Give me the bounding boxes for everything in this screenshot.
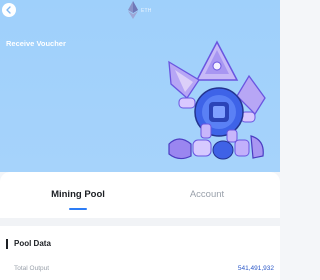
content-card: Mining Pool Account Pool Data Total Outp… [0, 172, 280, 280]
page-title: Receive Voucher [6, 39, 66, 48]
total-output-value: 541,491,932 [237, 265, 274, 272]
tab-bar: Mining Pool Account [0, 172, 280, 218]
section-divider [0, 218, 280, 226]
tab-mining-pool[interactable]: Mining Pool [18, 189, 138, 200]
active-tab-indicator [69, 208, 87, 210]
chevron-left-icon [6, 6, 11, 14]
ethereum-icon [128, 1, 138, 19]
hero-banner: ETH Receive Voucher [0, 0, 280, 172]
network-label: ETH [141, 8, 152, 14]
total-output-label: Total Output [14, 265, 50, 272]
back-button[interactable] [2, 3, 16, 17]
tab-account[interactable]: Account [147, 189, 267, 200]
section-title: Pool Data [14, 239, 51, 248]
top-bar: ETH [0, 0, 280, 24]
section-accent-bar [6, 239, 8, 249]
robot-mascot-illustration [168, 40, 266, 160]
